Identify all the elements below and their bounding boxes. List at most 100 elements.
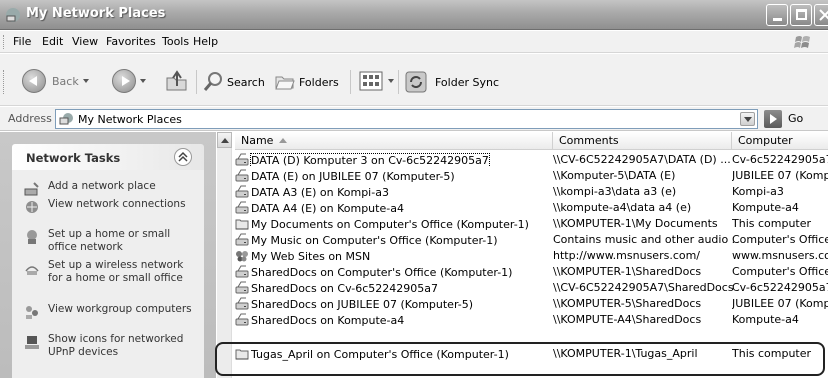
- views-dropdown-icon[interactable]: [388, 79, 394, 83]
- close-icon: [819, 9, 828, 21]
- item-name: DATA A4 (E) on Kompute-a4: [251, 201, 404, 215]
- menu-tools[interactable]: Tools: [162, 35, 189, 48]
- network-share-icon: [235, 297, 249, 310]
- column-header-computer[interactable]: Computer: [732, 132, 828, 150]
- folder-sync-button[interactable]: Folder Sync: [404, 70, 499, 94]
- item-name: My Web Sites on MSN: [251, 249, 371, 263]
- item-comments: http://www.msnusers.com/: [553, 249, 701, 262]
- sort-ascending-icon: [279, 138, 288, 143]
- network-share-icon: [235, 201, 249, 214]
- forward-button[interactable]: [112, 69, 146, 93]
- item-comments: \\KOMPUTER-1\SharedDocs: [553, 265, 702, 278]
- forward-dropdown-icon[interactable]: [140, 79, 146, 83]
- item-name: DATA (E) on JUBILEE 07 (Komputer-5): [251, 169, 455, 183]
- item-name-cell: My Documents on Computer's Office (Kompu…: [235, 217, 553, 231]
- column-header-name[interactable]: Name: [235, 132, 553, 150]
- task-setup-wireless[interactable]: Set up a wireless network for a home or …: [24, 259, 196, 285]
- toolbar-grip[interactable]: [3, 70, 6, 94]
- views-icon: [359, 71, 383, 91]
- network-share-icon: [235, 281, 249, 294]
- minimize-button[interactable]: [766, 4, 788, 26]
- item-name: DATA (D) Komputer 3 on Cv-6c52242905a7: [250, 153, 490, 167]
- item-name-cell: SharedDocs on Cv-6c52242905a7: [235, 281, 553, 295]
- item-comments: \\KOMPUTE-A4\SharedDocs: [553, 313, 702, 326]
- item-computer: Kompute-a4: [732, 313, 799, 326]
- item-computer: JUBILEE 07 (Komp: [732, 169, 828, 182]
- folders-icon: [275, 76, 295, 90]
- menu-favorites[interactable]: Favorites: [106, 35, 156, 48]
- network-tasks-header[interactable]: Network Tasks: [12, 144, 204, 170]
- network-share-icon: [235, 169, 249, 182]
- network-places-icon: [6, 8, 20, 22]
- item-name: My Documents on Computer's Office (Kompu…: [251, 217, 529, 231]
- list-item[interactable]: SharedDocs on Computer's Office (Kompute…: [235, 264, 828, 280]
- task-setup-home-network[interactable]: Set up a home or small office network: [24, 228, 196, 254]
- toolbar-separator: [196, 70, 197, 94]
- task-view-connections[interactable]: View network connections: [24, 198, 196, 215]
- window-title: My Network Places: [26, 6, 166, 21]
- list-item[interactable]: DATA A4 (E) on Kompute-a4 \\kompute-a4\da…: [235, 200, 828, 216]
- item-comments: \\KOMPUTER-5\SharedDocs: [553, 297, 702, 310]
- item-name: DATA A3 (E) on Kompi-a3: [251, 185, 389, 199]
- menu-file[interactable]: File: [13, 35, 31, 48]
- go-button[interactable]: [764, 110, 782, 128]
- item-comments: Contains music and other audio ...: [553, 233, 735, 246]
- task-label: Add a network place: [48, 180, 156, 192]
- column-name-label: Name: [241, 134, 274, 147]
- item-name-cell: DATA (D) Komputer 3 on Cv-6c52242905a7: [235, 153, 553, 167]
- list-item[interactable]: SharedDocs on Kompute-a4 \\KOMPUTE-A4\Sha…: [235, 312, 828, 328]
- item-name-cell: DATA A4 (E) on Kompute-a4: [235, 201, 553, 215]
- menu-edit[interactable]: Edit: [42, 35, 63, 48]
- menu-bar: File Edit View Favorites Tools Help: [0, 31, 828, 53]
- scroll-up-button[interactable]: [217, 132, 232, 148]
- menu-grip[interactable]: [3, 35, 6, 49]
- task-show-upnp-icons[interactable]: Show icons for networked UPnP devices: [24, 333, 196, 359]
- title-bar[interactable]: My Network Places: [0, 0, 828, 30]
- close-button[interactable]: [814, 4, 828, 26]
- maximize-button[interactable]: [790, 4, 812, 26]
- item-computer: This computer: [732, 217, 812, 230]
- menu-view[interactable]: View: [72, 35, 98, 48]
- forward-arrow-icon: [112, 69, 136, 93]
- list-item[interactable]: My Web Sites on MSN http://www.msnusers.c…: [235, 248, 828, 264]
- list-item[interactable]: My Music on Computer's Office (Komputer-…: [235, 232, 828, 248]
- address-dropdown-button[interactable]: [740, 112, 755, 126]
- go-arrow-icon: [770, 114, 777, 124]
- item-name: My Music on Computer's Office (Komputer-…: [251, 233, 498, 247]
- home-network-icon: [27, 230, 37, 244]
- network-folder-icon: [235, 219, 249, 230]
- network-share-icon: [235, 153, 249, 166]
- column-header-comments[interactable]: Comments: [553, 132, 732, 150]
- go-label[interactable]: Go: [788, 112, 803, 125]
- menu-help[interactable]: Help: [193, 35, 218, 48]
- item-name-cell: SharedDocs on Kompute-a4: [235, 313, 553, 327]
- up-folder-button[interactable]: [164, 68, 190, 94]
- chevron-down-icon: [744, 117, 752, 122]
- upnp-devices-icon: [25, 336, 39, 349]
- address-input[interactable]: My Network Places: [55, 109, 758, 129]
- list-item[interactable]: SharedDocs on Cv-6c52242905a7 \\CV-6C5224…: [235, 280, 828, 296]
- item-name-cell: DATA (E) on JUBILEE 07 (Komputer-5): [235, 169, 553, 183]
- search-button[interactable]: Search: [202, 71, 265, 93]
- item-name: SharedDocs on JUBILEE 07 (Komputer-5): [251, 297, 474, 311]
- list-item[interactable]: SharedDocs on JUBILEE 07 (Komputer-5) \\K…: [235, 296, 828, 312]
- folders-button[interactable]: Folders: [274, 71, 339, 93]
- item-name-cell: My Web Sites on MSN: [235, 249, 553, 263]
- chevron-up-icon: [178, 151, 188, 162]
- task-view-workgroup[interactable]: View workgroup computers: [24, 303, 196, 320]
- task-add-network-place[interactable]: Add a network place: [24, 180, 196, 197]
- task-label: Set up a wireless network for a home or …: [48, 259, 184, 284]
- network-tasks-title: Network Tasks: [26, 151, 121, 165]
- item-computer: JUBILEE 07 (Komp: [732, 297, 828, 310]
- back-dropdown-icon[interactable]: [82, 79, 89, 83]
- up-folder-icon: [166, 70, 187, 91]
- collapse-button[interactable]: [174, 148, 192, 166]
- list-item[interactable]: DATA A3 (E) on Kompi-a3 \\kompi-a3\data a…: [235, 184, 828, 200]
- views-button[interactable]: [358, 70, 394, 92]
- list-item[interactable]: DATA (E) on JUBILEE 07 (Komputer-5) \\Kom…: [235, 168, 828, 184]
- network-tasks-list: Add a network place View network connect…: [12, 170, 204, 378]
- list-item[interactable]: My Documents on Computer's Office (Kompu…: [235, 216, 828, 232]
- list-item[interactable]: DATA (D) Komputer 3 on Cv-6c52242905a7 \\…: [235, 152, 828, 168]
- back-button[interactable]: Back: [22, 69, 89, 93]
- folder-sync-icon: [405, 71, 427, 93]
